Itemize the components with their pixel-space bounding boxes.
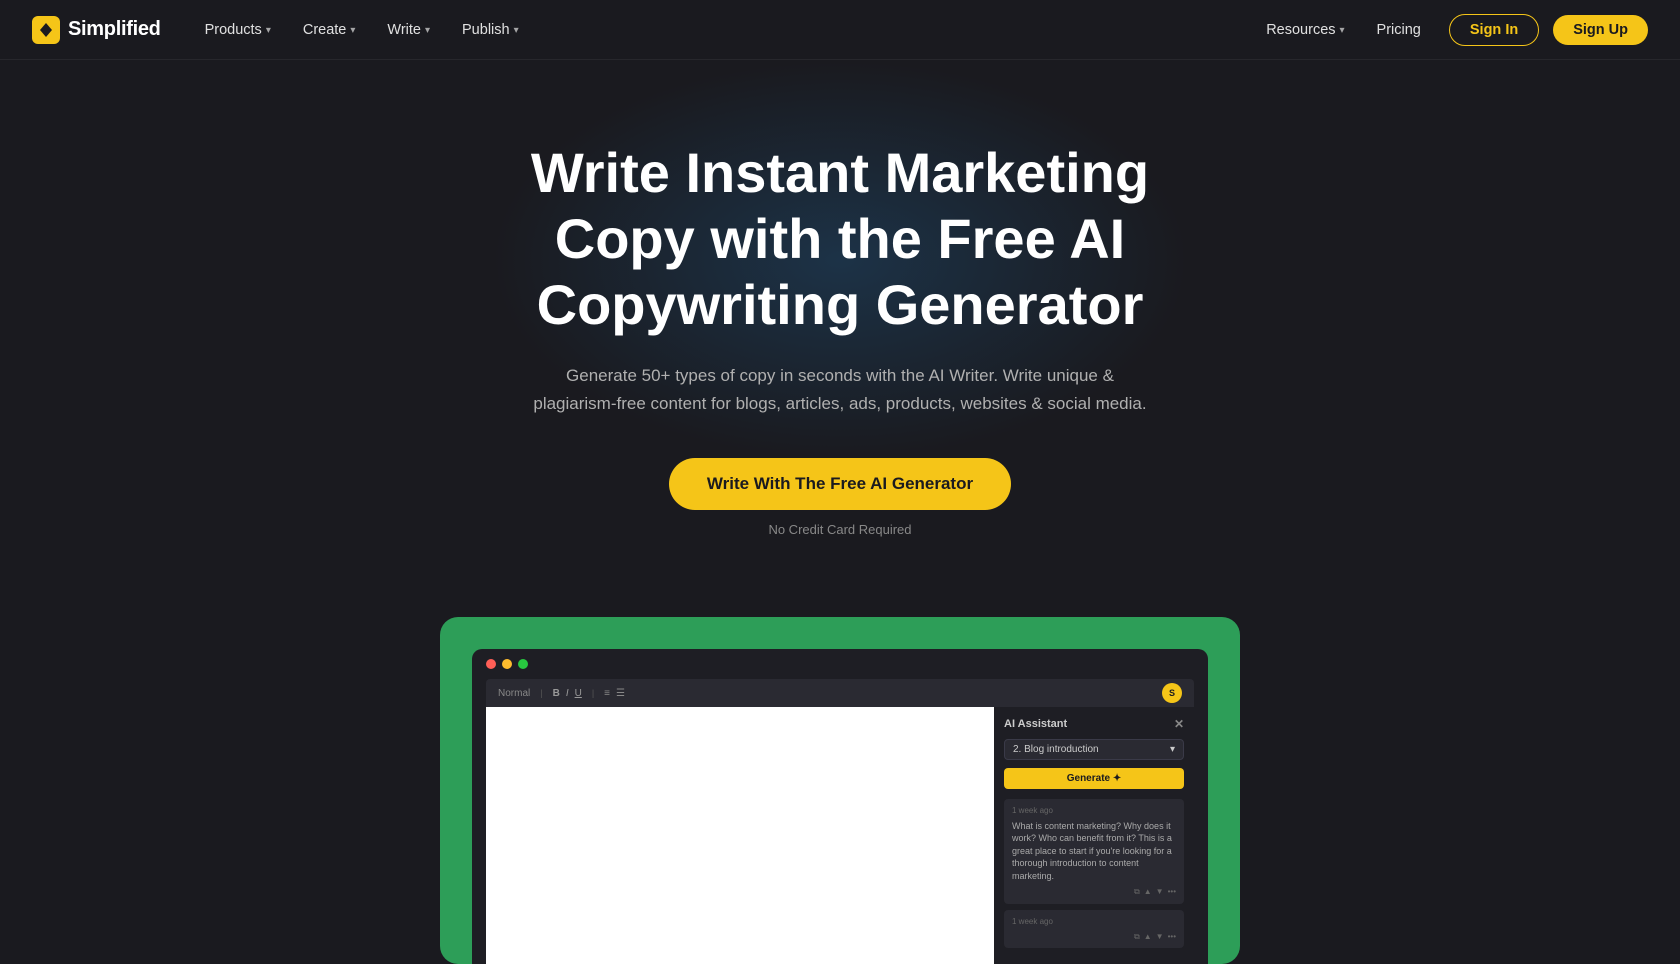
cta-button[interactable]: Write With The Free AI Generator bbox=[669, 458, 1011, 510]
editor-area: AI Assistant ✕ 2. Blog introduction ▾ Ge… bbox=[486, 707, 1194, 964]
generate-button[interactable]: Generate ✦ bbox=[1004, 768, 1184, 789]
editor-main[interactable] bbox=[486, 707, 994, 964]
toolbar-text: Normal bbox=[498, 688, 530, 699]
browser-dots bbox=[486, 659, 1194, 669]
toolbar-bold-icon: B bbox=[553, 688, 560, 699]
no-credit-card-text: No Credit Card Required bbox=[768, 522, 911, 537]
thumb-down-icon[interactable]: ▼ bbox=[1156, 886, 1164, 897]
logo-icon bbox=[32, 16, 60, 44]
browser-dot-red bbox=[486, 659, 496, 669]
thumb-up-icon[interactable]: ▲ bbox=[1144, 886, 1152, 897]
browser-dot-yellow bbox=[502, 659, 512, 669]
close-icon[interactable]: ✕ bbox=[1174, 717, 1184, 731]
more-icon[interactable]: ••• bbox=[1168, 886, 1176, 897]
copy-icon[interactable]: ⧉ bbox=[1134, 886, 1140, 897]
ai-panel-title: AI Assistant bbox=[1004, 718, 1067, 730]
ai-assistant-panel: AI Assistant ✕ 2. Blog introduction ▾ Ge… bbox=[994, 707, 1194, 964]
signin-button[interactable]: Sign In bbox=[1449, 14, 1539, 46]
blog-intro-dropdown[interactable]: 2. Blog introduction ▾ bbox=[1004, 739, 1184, 760]
editor-toolbar: Normal | B I U | ≡ ☰ S bbox=[486, 679, 1194, 707]
nav-pricing[interactable]: Pricing bbox=[1363, 16, 1435, 44]
nav-items: Products ▾ Create ▾ Write ▾ Publish ▾ bbox=[191, 16, 533, 44]
preview-section: Normal | B I U | ≡ ☰ S AI Assistant ✕ bbox=[0, 597, 1680, 964]
chat-meta-2: 1 week ago bbox=[1012, 916, 1176, 927]
thumb-down-icon[interactable]: ▼ bbox=[1156, 931, 1164, 942]
toolbar-list-icon: ☰ bbox=[616, 688, 625, 699]
toolbar-underline-icon: U bbox=[575, 688, 582, 699]
more-icon[interactable]: ••• bbox=[1168, 931, 1176, 942]
copy-icon[interactable]: ⧉ bbox=[1134, 931, 1140, 942]
toolbar-logo-icon: S bbox=[1162, 683, 1182, 703]
chevron-down-icon: ▾ bbox=[425, 25, 430, 36]
nav-right: Resources ▾ Pricing Sign In Sign Up bbox=[1252, 14, 1648, 46]
hero-title: Write Instant Marketing Copy with the Fr… bbox=[500, 140, 1180, 338]
toolbar-italic-icon: I bbox=[566, 688, 569, 699]
nav-products[interactable]: Products ▾ bbox=[191, 16, 285, 44]
chevron-down-icon: ▾ bbox=[266, 25, 271, 36]
preview-card: Normal | B I U | ≡ ☰ S AI Assistant ✕ bbox=[440, 617, 1240, 964]
chevron-down-icon: ▾ bbox=[350, 25, 355, 36]
nav-right-links: Resources ▾ Pricing bbox=[1252, 16, 1435, 44]
nav-create[interactable]: Create ▾ bbox=[289, 16, 370, 44]
nav-write[interactable]: Write ▾ bbox=[373, 16, 444, 44]
browser-dot-green bbox=[518, 659, 528, 669]
navbar: Simplified Products ▾ Create ▾ Write ▾ P… bbox=[0, 0, 1680, 60]
hero-subtitle: Generate 50+ types of copy in seconds wi… bbox=[530, 362, 1150, 418]
nav-publish[interactable]: Publish ▾ bbox=[448, 16, 533, 44]
hero-section: Write Instant Marketing Copy with the Fr… bbox=[0, 60, 1680, 597]
chat-meta: 1 week ago bbox=[1012, 805, 1176, 816]
chevron-down-icon: ▾ bbox=[1340, 25, 1345, 36]
signup-button[interactable]: Sign Up bbox=[1553, 15, 1648, 45]
chevron-down-icon: ▾ bbox=[1170, 744, 1175, 755]
nav-resources[interactable]: Resources ▾ bbox=[1252, 16, 1358, 44]
chat-item-1: 1 week ago What is content marketing? Wh… bbox=[1004, 799, 1184, 903]
logo[interactable]: Simplified bbox=[32, 16, 161, 44]
toolbar-align-icon: ≡ bbox=[604, 688, 610, 699]
ai-panel-header: AI Assistant ✕ bbox=[1004, 717, 1184, 731]
browser-chrome: Normal | B I U | ≡ ☰ S AI Assistant ✕ bbox=[472, 649, 1208, 964]
thumb-up-icon[interactable]: ▲ bbox=[1144, 931, 1152, 942]
chevron-down-icon: ▾ bbox=[514, 25, 519, 36]
chat-actions: ⧉ ▲ ▼ ••• bbox=[1012, 886, 1176, 897]
logo-text: Simplified bbox=[68, 18, 161, 41]
chat-item-2: 1 week ago ⧉ ▲ ▼ ••• bbox=[1004, 910, 1184, 948]
nav-left: Simplified Products ▾ Create ▾ Write ▾ P… bbox=[32, 16, 533, 44]
chat-actions-2: ⧉ ▲ ▼ ••• bbox=[1012, 931, 1176, 942]
